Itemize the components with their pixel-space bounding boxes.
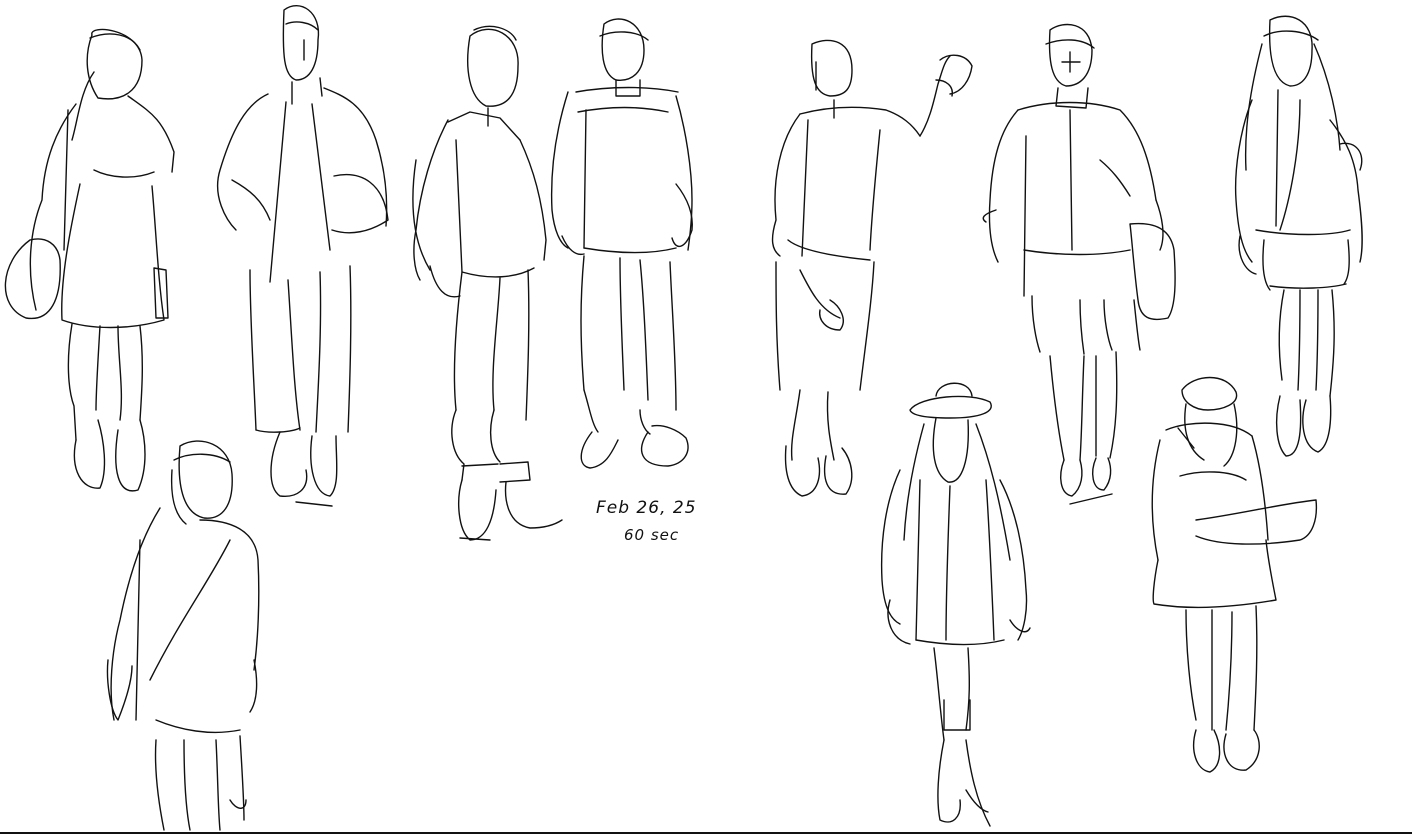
figure-sketch — [412, 25, 563, 541]
canvas-bottom-border — [0, 832, 1412, 834]
figure-sketch — [550, 18, 693, 469]
sketch-duration-note: 60 sec — [624, 526, 680, 544]
figure-sketch — [771, 39, 973, 497]
figure-sketch — [1234, 15, 1363, 457]
figure-sketch — [216, 5, 389, 507]
figure-sketch — [106, 440, 260, 831]
figure-sketch — [4, 28, 175, 492]
figure-sketch — [1151, 376, 1318, 773]
sketch-canvas — [4, 5, 1363, 831]
figure-sketch — [880, 382, 1031, 827]
stray-strokes — [982, 209, 1195, 449]
figure-sketch — [988, 23, 1176, 505]
sketch-date-note: Feb 26, 25 — [596, 498, 697, 518]
